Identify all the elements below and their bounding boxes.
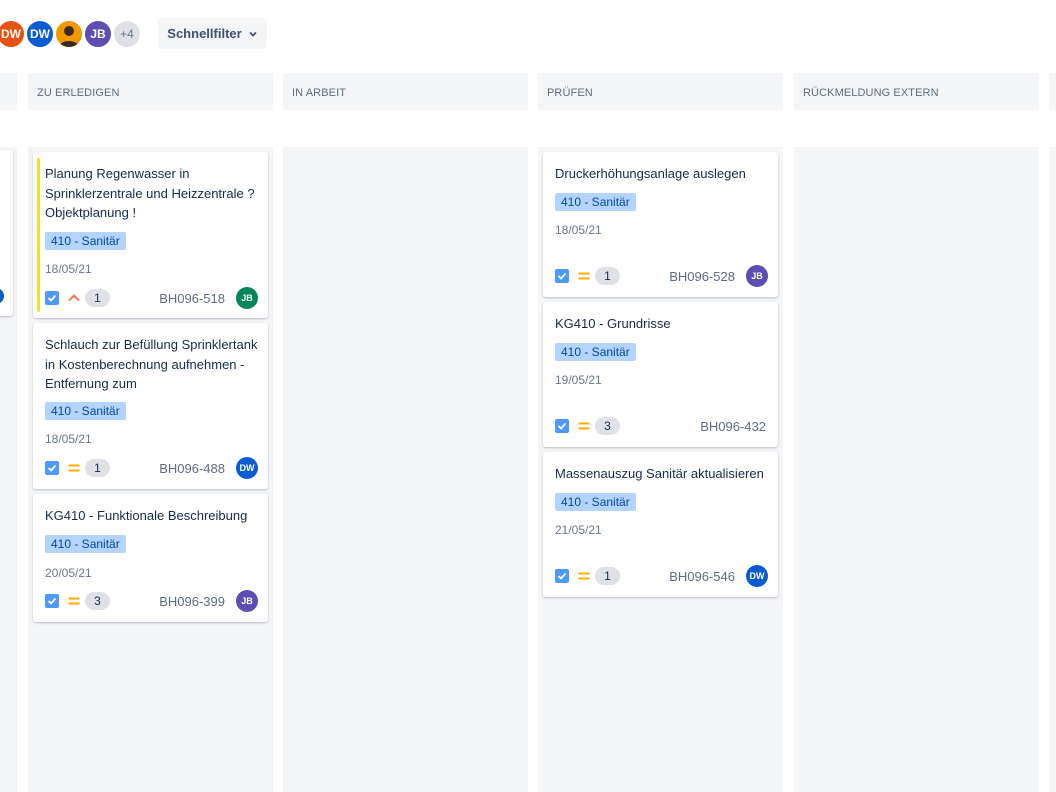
column-header-todo: ZU ERLEDIGEN [28, 73, 273, 110]
card-title: Druckerhöhungsanlage auslegen [555, 166, 746, 181]
component-tag: 410 - Sanitär [555, 193, 636, 211]
column-header-external-feedback: RÜCKMELDUNG EXTERN [794, 73, 1039, 110]
card-footer: 1 BH096-488 DW [45, 456, 258, 480]
priority-medium-icon [578, 272, 590, 280]
card-title: KG410 - Funktionale Beschreibung [45, 508, 248, 523]
issue-key[interactable]: BH096-546 [669, 569, 735, 584]
issue-card[interactable]: Planung Regenwasser in Sprinklerzentrale… [33, 152, 268, 318]
avatar-filter-jb[interactable]: JB [83, 19, 113, 49]
card-title: Planung Regenwasser in Sprinklerzentrale… [45, 166, 255, 220]
issue-card[interactable]: KG410 - Grundrisse 410 - Sanitär 19/05/2… [543, 302, 778, 447]
card-date: 19/05/21 [555, 373, 602, 387]
component-tag: 410 - Sanitär [555, 343, 636, 361]
card-date: 18/05/21 [45, 262, 92, 276]
issue-card[interactable]: Schlauch zur Befüllung Sprinklertank in … [33, 323, 268, 489]
issue-card[interactable]: Massenauszug Sanitär aktualisieren 410 -… [543, 452, 778, 597]
card-date: 18/05/21 [555, 223, 602, 237]
issue-key[interactable]: BH096-488 [159, 461, 225, 476]
task-type-icon [45, 291, 59, 305]
column-header-partial-right [1049, 73, 1056, 110]
subtask-count-badge: 3 [85, 592, 110, 610]
filter-bar: DW DW JB +4 Schnellfilter [0, 0, 1056, 70]
issue-card[interactable]: KG410 - Funktionale Beschreibung 410 - S… [33, 494, 268, 622]
card-footer: 1 BH096-528 JB [555, 264, 768, 288]
quickfilter-label: Schnellfilter [167, 26, 242, 41]
priority-medium-icon [68, 464, 80, 472]
column-header-review: PRÜFEN [538, 73, 783, 110]
subtask-count-badge: 1 [85, 289, 110, 307]
assignee-avatar[interactable]: JB [746, 265, 768, 287]
card-footer: 1 BH096-546 DW [555, 564, 768, 588]
avatar-filter-photo[interactable] [54, 19, 84, 49]
task-type-icon [555, 419, 569, 433]
avatar-filter-dw-2[interactable]: DW [25, 19, 55, 49]
card-title: Schlauch zur Befüllung Sprinklertank in … [45, 337, 258, 391]
issue-card[interactable]: Druckerhöhungsanlage auslegen 410 - Sani… [543, 152, 778, 297]
priority-high-icon [68, 294, 80, 302]
quickfilter-button[interactable]: Schnellfilter [158, 18, 267, 49]
component-tag: 410 - Sanitär [45, 402, 126, 420]
task-type-icon [555, 569, 569, 583]
component-tag: 410 - Sanitär [555, 493, 636, 511]
component-tag: 410 - Sanitär [45, 535, 126, 553]
assignee-avatar[interactable]: JB [236, 287, 258, 309]
card-title: Massenauszug Sanitär aktualisieren [555, 466, 764, 481]
card-footer: 1 BH096-518 JB [45, 286, 258, 310]
subtask-count-badge: 1 [595, 567, 620, 585]
card-footer: 3 BH096-432 [555, 414, 768, 438]
flag-indicator [37, 158, 40, 312]
task-type-icon [45, 461, 59, 475]
component-tag: 410 - Sanitär [45, 232, 126, 250]
task-type-icon [45, 594, 59, 608]
priority-medium-icon [578, 572, 590, 580]
subtask-count-badge: 1 [85, 459, 110, 477]
subtask-count-badge: 1 [595, 267, 620, 285]
card-title: KG410 - Grundrisse [555, 316, 671, 331]
issue-key[interactable]: BH096-432 [700, 419, 766, 434]
column-header-in-progress: IN ARBEIT [283, 73, 528, 110]
card-footer: 3 BH096-399 JB [45, 589, 258, 613]
column-body-in-progress [283, 147, 528, 792]
assignee-avatar[interactable]: DW [746, 565, 768, 587]
assignee-avatar[interactable]: DW [236, 457, 258, 479]
column-header-partial-left [0, 73, 17, 110]
avatar-filter-more[interactable]: +4 [112, 19, 142, 49]
subtask-count-badge: 3 [595, 417, 620, 435]
issue-key[interactable]: BH096-518 [159, 291, 225, 306]
chevron-down-icon [249, 31, 257, 37]
priority-medium-icon [578, 422, 590, 430]
avatar-filter-dw-1[interactable]: DW [0, 19, 26, 49]
issue-key[interactable]: BH096-399 [159, 594, 225, 609]
issue-key[interactable]: BH096-528 [669, 269, 735, 284]
task-type-icon [555, 269, 569, 283]
column-body-partial-right [1049, 147, 1056, 792]
column-body-external-feedback [794, 147, 1039, 792]
card-date: 21/05/21 [555, 523, 602, 537]
assignee-avatar[interactable]: JB [236, 590, 258, 612]
priority-medium-icon [68, 597, 80, 605]
card-date: 18/05/21 [45, 432, 92, 446]
card-date: 20/05/21 [45, 566, 92, 580]
person-icon [59, 26, 79, 47]
